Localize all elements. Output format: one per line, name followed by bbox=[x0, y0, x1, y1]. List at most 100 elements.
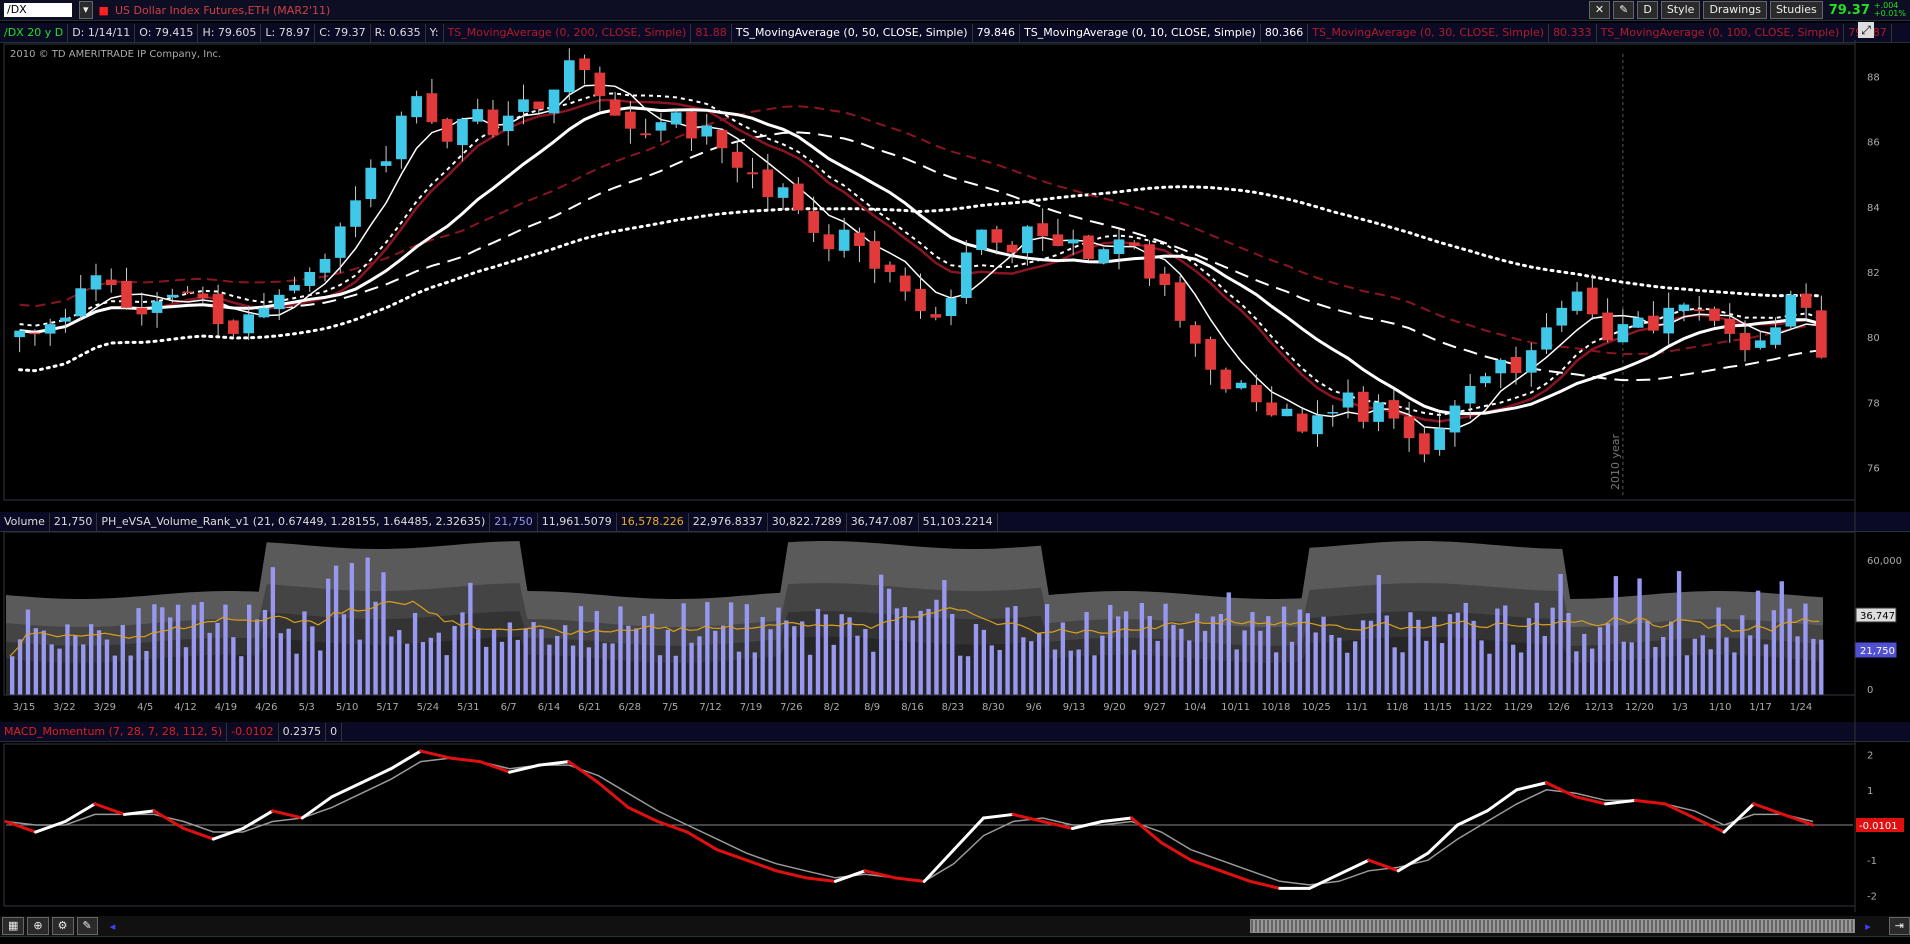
volume-bar bbox=[1613, 576, 1619, 695]
volume-bar bbox=[1716, 607, 1721, 695]
volume-bar bbox=[1218, 614, 1224, 695]
volume-bar bbox=[902, 607, 908, 695]
candle-body bbox=[1495, 359, 1507, 374]
ma50-line bbox=[19, 106, 1822, 416]
candle-body bbox=[1571, 291, 1583, 311]
candle-body bbox=[1632, 317, 1644, 328]
candle-body bbox=[1113, 239, 1125, 254]
candle-body bbox=[182, 291, 193, 294]
candle-body bbox=[609, 99, 621, 116]
volume-bar bbox=[894, 608, 900, 695]
volume-bar bbox=[128, 655, 133, 695]
volume-bar bbox=[207, 632, 212, 695]
volume-bar bbox=[484, 646, 489, 695]
candle-body bbox=[1327, 412, 1339, 414]
candle-body bbox=[1648, 315, 1659, 331]
volume-bar bbox=[1092, 655, 1097, 695]
volume-bar bbox=[491, 629, 497, 695]
volume-bar bbox=[1763, 644, 1769, 695]
expand-right-button[interactable]: ⇥ bbox=[1888, 917, 1910, 935]
date-tick-label: 3/22 bbox=[53, 702, 75, 713]
candle-body bbox=[1220, 369, 1232, 390]
volume-bar bbox=[1242, 630, 1247, 695]
drawing-tools-button[interactable]: ✎ bbox=[76, 917, 98, 935]
candle-body bbox=[334, 226, 346, 258]
candle-body bbox=[1617, 324, 1629, 343]
volume-bar bbox=[1787, 608, 1792, 695]
volume-bar bbox=[1100, 635, 1105, 695]
date-tick-label: 5/10 bbox=[336, 702, 358, 713]
candle-body bbox=[1189, 325, 1201, 344]
time-scrollbar[interactable] bbox=[1250, 919, 1856, 933]
volume-bar bbox=[476, 629, 481, 695]
date-tick-label: 9/13 bbox=[1063, 702, 1085, 713]
macd-line-segment bbox=[1219, 869, 1252, 883]
volume-bar bbox=[294, 653, 299, 695]
volume-bar bbox=[657, 655, 663, 695]
candle-body bbox=[121, 280, 132, 308]
grid-layout-button[interactable]: ▦ bbox=[2, 917, 25, 935]
volume-bar bbox=[507, 622, 513, 695]
volume-bar bbox=[531, 622, 536, 695]
volume-bar bbox=[1345, 652, 1350, 695]
volume-bar bbox=[25, 609, 31, 695]
volume-value-tag-text: 21,750 bbox=[1860, 646, 1895, 657]
volume-bar bbox=[792, 626, 797, 695]
volume-bar bbox=[1771, 610, 1777, 695]
date-tick-label: 5/24 bbox=[417, 702, 439, 713]
volume-bar bbox=[41, 630, 46, 695]
chart-canvas[interactable]: 2010 year 88 86 84 82 80 78 76 60,000 0 36,747 21,… bbox=[0, 0, 1910, 944]
date-tick-label: 11/1 bbox=[1346, 702, 1368, 713]
volume-bar bbox=[744, 604, 750, 695]
bottom-bar: ▦ ⊕ ⚙ ✎ ◂ ▸ ⇥ bbox=[0, 916, 1910, 937]
candle-body bbox=[1739, 333, 1751, 351]
candle-body bbox=[1022, 226, 1033, 254]
scroll-left-icon[interactable]: ◂ bbox=[110, 920, 116, 933]
volume-bar bbox=[1250, 612, 1255, 695]
candle-body bbox=[273, 294, 285, 310]
volume-bar bbox=[1708, 649, 1713, 695]
zoom-button[interactable]: ⊕ bbox=[27, 917, 49, 935]
volume-bar bbox=[144, 650, 149, 695]
expand-chart-icon[interactable]: ⤢ bbox=[1858, 22, 1874, 38]
volume-bar bbox=[626, 625, 631, 695]
candle-body bbox=[1373, 402, 1384, 422]
volume-bar bbox=[270, 567, 276, 695]
volume-bar bbox=[1392, 647, 1397, 695]
volume-bar bbox=[1526, 618, 1532, 695]
volume-bar bbox=[1266, 616, 1271, 695]
date-tick-label: 1/24 bbox=[1790, 702, 1812, 713]
volume-bar bbox=[428, 637, 434, 695]
volume-bar bbox=[1487, 653, 1492, 695]
macd-tick-label: 1 bbox=[1867, 786, 1873, 797]
scroll-right-icon[interactable]: ▸ bbox=[1865, 920, 1871, 933]
candle-body bbox=[502, 115, 514, 132]
volume-bar bbox=[1605, 623, 1611, 695]
volume-bar bbox=[973, 623, 979, 695]
volume-bar bbox=[523, 628, 528, 695]
price-tick-label: 82 bbox=[1867, 268, 1880, 279]
volume-bar bbox=[436, 632, 441, 695]
volume-bar bbox=[1597, 627, 1603, 695]
candle-body bbox=[14, 330, 25, 338]
candle-body bbox=[869, 241, 881, 269]
volume-bar bbox=[278, 633, 283, 695]
date-tick-label: 7/19 bbox=[740, 702, 762, 713]
volume-bar bbox=[1669, 621, 1674, 695]
volume-bar bbox=[934, 599, 939, 695]
candle-body bbox=[304, 272, 316, 286]
candle-body bbox=[518, 99, 529, 112]
candle-body bbox=[1480, 376, 1491, 384]
candle-body bbox=[1388, 400, 1400, 419]
volume-bar bbox=[1123, 611, 1129, 695]
volume-bar bbox=[942, 580, 947, 695]
candle-body bbox=[1357, 391, 1369, 422]
candle-body bbox=[1816, 310, 1827, 358]
candle-body bbox=[60, 317, 71, 322]
volume-bar bbox=[1732, 652, 1737, 695]
volume-bar bbox=[1139, 602, 1145, 695]
date-tick-label: 8/2 bbox=[824, 702, 840, 713]
settings-gear-icon[interactable]: ⚙ bbox=[51, 917, 74, 935]
macd-panel bbox=[4, 749, 1853, 890]
volume-bar bbox=[1424, 640, 1429, 695]
